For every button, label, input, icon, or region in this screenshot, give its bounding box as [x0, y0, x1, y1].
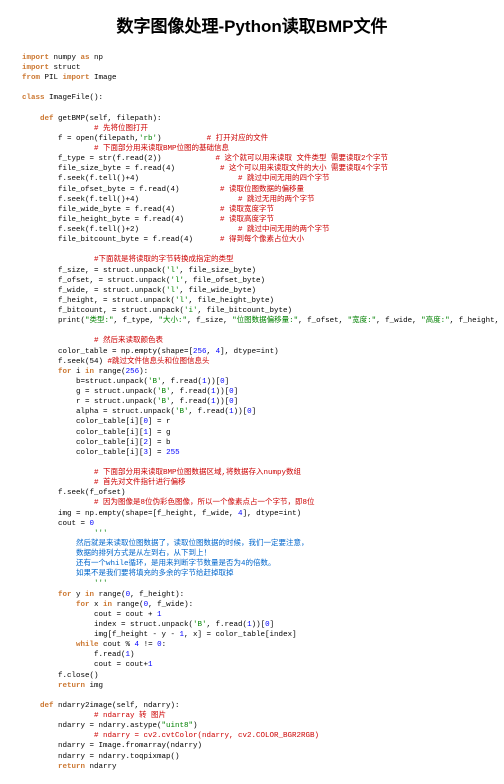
code-block: import numpy as np import struct from PI…	[22, 53, 482, 772]
page-title: 数字图像处理-Python读取BMP文件	[22, 16, 482, 39]
comment: # 先将位图打开	[58, 125, 148, 133]
